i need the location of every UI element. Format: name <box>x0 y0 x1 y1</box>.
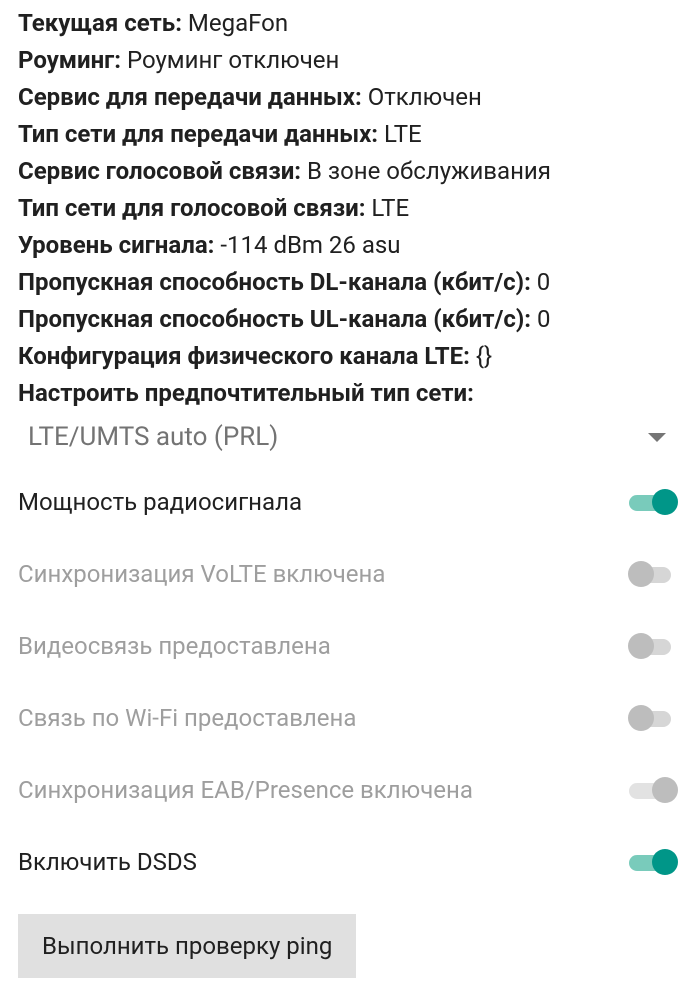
dl-bandwidth-value: 0 <box>537 268 551 296</box>
video-row: Видеосвязь предоставлена <box>0 610 700 682</box>
wifi-row: Связь по Wi-Fi предоставлена <box>0 682 700 754</box>
data-service-row: Сервис для передачи данных: Отключен <box>0 79 700 116</box>
eab-toggle <box>628 774 678 806</box>
roaming-row: Роуминг: Роуминг отключен <box>0 42 700 79</box>
chevron-down-icon <box>648 433 666 442</box>
dsds-row: Включить DSDS <box>0 826 700 898</box>
current-network-row: Текущая сеть: MegaFon <box>0 5 700 42</box>
ping-test-button[interactable]: Выполнить проверку ping <box>18 914 356 978</box>
volte-label: Синхронизация VoLTE включена <box>18 560 385 588</box>
wifi-label: Связь по Wi-Fi предоставлена <box>18 704 356 732</box>
wifi-toggle <box>628 702 678 734</box>
preferred-network-label: Настроить предпочтительный тип сети: <box>18 379 474 407</box>
voice-network-type-row: Тип сети для голосовой связи: LTE <box>0 190 700 227</box>
ul-bandwidth-value: 0 <box>537 305 551 333</box>
volte-row: Синхронизация VoLTE включена <box>0 538 700 610</box>
data-network-type-label: Тип сети для передачи данных: <box>18 120 378 148</box>
radio-power-label: Мощность радиосигнала <box>18 488 302 516</box>
radio-power-row: Мощность радиосигнала <box>0 466 700 538</box>
data-service-value: Отключен <box>368 83 482 111</box>
current-network-label: Текущая сеть: <box>18 9 182 37</box>
roaming-label: Роуминг: <box>18 46 121 74</box>
current-network-value: MegaFon <box>188 9 288 37</box>
data-service-label: Сервис для передачи данных: <box>18 83 362 111</box>
voice-network-type-label: Тип сети для голосовой связи: <box>18 194 365 222</box>
button-row: Выполнить проверку ping <box>0 898 700 994</box>
signal-strength-label: Уровень сигнала: <box>18 231 214 259</box>
voice-service-row: Сервис голосовой связи: В зоне обслужива… <box>0 153 700 190</box>
dsds-toggle[interactable] <box>628 846 678 878</box>
network-type-dropdown[interactable]: LTE/UMTS auto (PRL) <box>0 412 700 466</box>
dl-bandwidth-row: Пропускная способность DL-канала (кбит/с… <box>0 264 700 301</box>
dsds-label: Включить DSDS <box>18 848 197 876</box>
lte-config-value: {} <box>476 342 492 370</box>
voice-network-type-value: LTE <box>371 194 409 222</box>
data-network-type-value: LTE <box>384 120 422 148</box>
data-network-type-row: Тип сети для передачи данных: LTE <box>0 116 700 153</box>
signal-strength-value: -114 dBm 26 asu <box>220 231 400 259</box>
eab-row: Синхронизация EAB/Presence включена <box>0 754 700 826</box>
lte-config-row: Конфигурация физического канала LTE: {} <box>0 338 700 375</box>
voice-service-value: В зоне обслуживания <box>307 157 551 185</box>
roaming-value: Роуминг отключен <box>127 46 339 74</box>
volte-toggle <box>628 558 678 590</box>
dl-bandwidth-label: Пропускная способность DL-канала (кбит/с… <box>18 268 531 296</box>
signal-strength-row: Уровень сигнала: -114 dBm 26 asu <box>0 227 700 264</box>
eab-label: Синхронизация EAB/Presence включена <box>18 776 473 804</box>
preferred-network-row: Настроить предпочтительный тип сети: <box>0 375 700 412</box>
ul-bandwidth-label: Пропускная способность UL-канала (кбит/с… <box>18 305 531 333</box>
dropdown-selected-value: LTE/UMTS auto (PRL) <box>28 422 278 452</box>
video-toggle <box>628 630 678 662</box>
video-label: Видеосвязь предоставлена <box>18 632 331 660</box>
lte-config-label: Конфигурация физического канала LTE: <box>18 342 470 370</box>
voice-service-label: Сервис голосовой связи: <box>18 157 301 185</box>
ul-bandwidth-row: Пропускная способность UL-канала (кбит/с… <box>0 301 700 338</box>
radio-power-toggle[interactable] <box>628 486 678 518</box>
